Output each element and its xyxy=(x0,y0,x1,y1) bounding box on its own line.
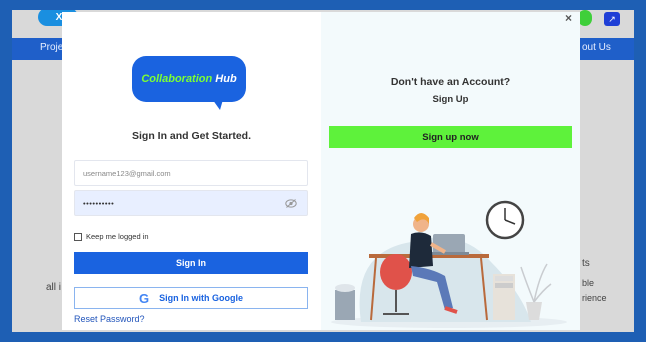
email-placeholder: username123@gmail.com xyxy=(83,168,171,178)
logo-text-part2: Hub xyxy=(215,73,237,85)
password-field[interactable]: •••••••••• xyxy=(74,190,308,216)
status-indicator xyxy=(578,10,592,26)
background-text: rience xyxy=(582,293,607,303)
workspace-illustration xyxy=(331,200,567,328)
google-icon: G xyxy=(138,290,150,306)
signup-panel: × Don't have an Account? Sign Up Sign up… xyxy=(321,12,580,330)
no-account-text: Don't have an Account? xyxy=(390,76,511,88)
signin-modal: Collaboration Hub Sign In and Get Starte… xyxy=(62,12,580,330)
keep-logged-in-checkbox[interactable] xyxy=(74,232,82,241)
eye-slash-icon[interactable] xyxy=(285,199,297,208)
signup-link[interactable]: Sign Up xyxy=(321,94,580,105)
nav-item-about-us[interactable]: out Us xyxy=(582,42,611,53)
background-text: all i xyxy=(46,282,62,293)
share-icon[interactable]: ↗ xyxy=(604,12,620,26)
keep-logged-in[interactable]: Keep me logged in xyxy=(74,232,149,241)
nav-item-projects[interactable]: Proje xyxy=(40,42,63,53)
logo-text-part1: Collaboration xyxy=(141,73,213,85)
email-field[interactable]: username123@gmail.com xyxy=(74,160,308,186)
close-icon[interactable]: × xyxy=(565,12,572,25)
background-text: ble xyxy=(582,278,595,288)
background-text: ts xyxy=(582,258,590,269)
google-signin-button[interactable]: G Sign In with Google xyxy=(74,287,308,309)
signin-panel: Collaboration Hub Sign In and Get Starte… xyxy=(62,12,321,330)
google-signin-label: Sign In with Google xyxy=(159,293,244,303)
keep-logged-in-label: Keep me logged in xyxy=(86,232,149,241)
signin-button[interactable]: Sign In xyxy=(74,252,308,274)
signup-now-button[interactable]: Sign up now xyxy=(329,126,572,148)
password-value: •••••••••• xyxy=(83,198,115,208)
signin-title: Sign In and Get Started. xyxy=(131,130,251,142)
collaboration-hub-logo: Collaboration Hub xyxy=(132,56,246,110)
reset-password-link[interactable]: Reset Password? xyxy=(74,314,145,324)
